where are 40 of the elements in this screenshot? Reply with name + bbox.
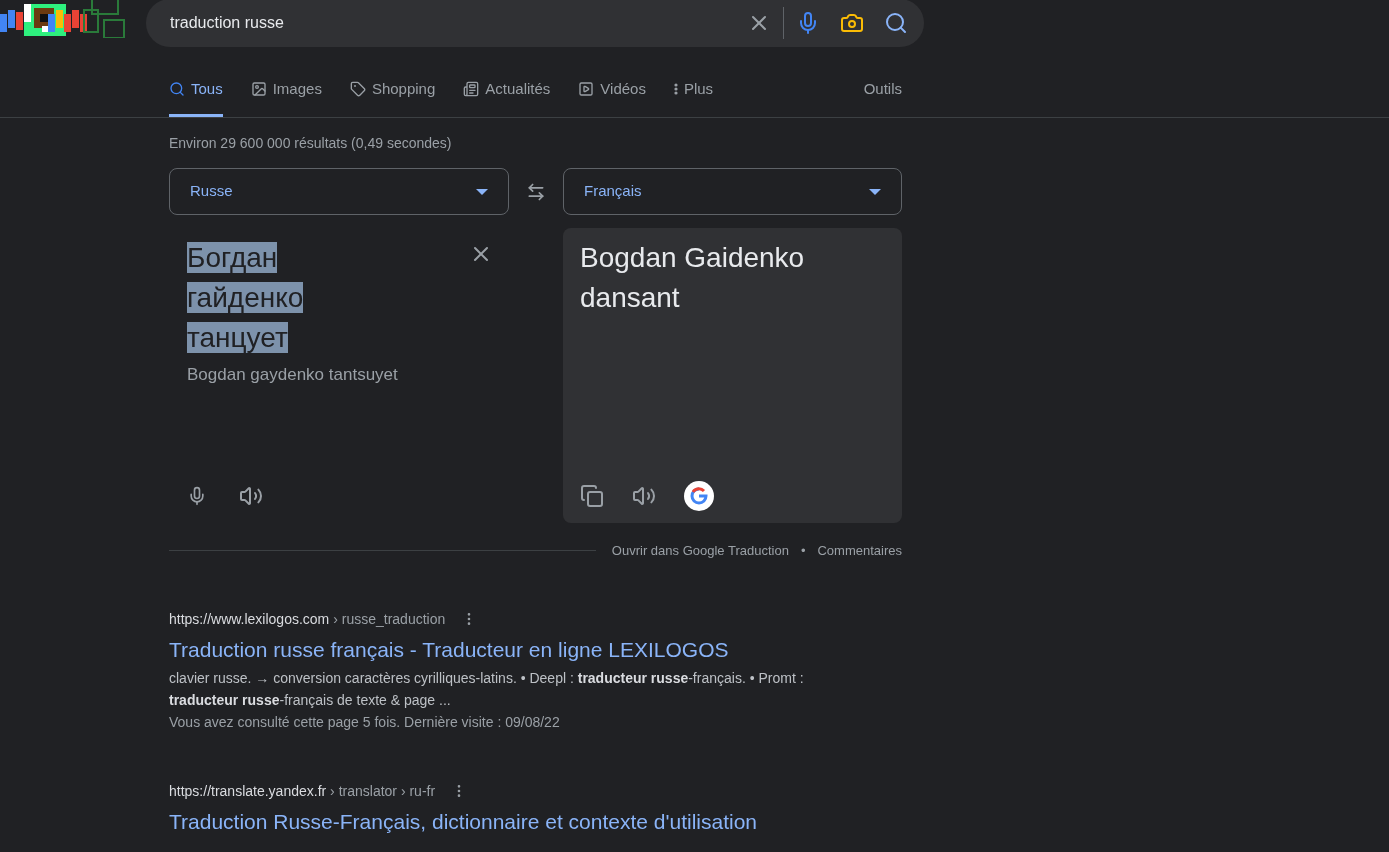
visit-info: Vous avez consulté cette page 5 fois. Dernière visite : 09/08/22 xyxy=(169,712,561,732)
separator-dot: • xyxy=(800,542,806,560)
image-icon xyxy=(250,80,267,97)
search-tab[interactable]: Tous xyxy=(169,77,223,117)
result-url: https://www.lexilogos.com › russe_traduction xyxy=(169,609,446,629)
search-tab[interactable]: Actualités xyxy=(463,77,551,117)
result-url: https://translate.yandex.fr › translator › ru-fr xyxy=(169,781,436,801)
result-stats: Environ 29 600 000 résultats (0,49 secondes) xyxy=(169,134,453,153)
search-input[interactable]: traduction russe xyxy=(170,11,747,35)
play-icon xyxy=(578,80,595,97)
translation-text: Bogdan Gaidenko dansant xyxy=(580,241,806,315)
swap-icon[interactable] xyxy=(526,181,546,202)
open-in-translate-link[interactable]: Ouvrir dans Google Traduction xyxy=(611,541,789,561)
search-tab[interactable]: Vidéos xyxy=(578,77,646,117)
result-snippet: clavier russe. → conversion caractères cyrilliques-latins. • Deepl : traducteur russe-français. • Promt : traducteur russe-français de texte & page ... xyxy=(169,668,805,710)
feedback-link[interactable]: Commentaires xyxy=(817,541,902,561)
search-tab[interactable]: Shopping xyxy=(349,77,436,117)
search-bar[interactable]: traduction russe xyxy=(146,0,924,47)
dropdown-arrow-icon xyxy=(869,188,881,195)
result-title-link[interactable]: Traduction russe français - Traducteur en ligne LEXILOGOS xyxy=(169,636,902,663)
camera-icon[interactable] xyxy=(840,11,864,35)
tag-icon xyxy=(349,80,366,97)
tools-button[interactable]: Outils xyxy=(863,77,902,117)
speaker-icon[interactable] xyxy=(632,484,656,508)
microphone-icon[interactable] xyxy=(187,486,207,506)
google-g-icon[interactable] xyxy=(684,481,714,511)
search-tab[interactable]: Images xyxy=(250,77,322,117)
speaker-icon[interactable] xyxy=(239,484,263,508)
result-title-link[interactable]: Traduction Russe-Français, dictionnaire et contexte d'utilisation xyxy=(169,808,902,835)
search-tab[interactable]: Plus xyxy=(673,77,714,117)
target-language-select[interactable]: Français xyxy=(563,168,902,215)
transliteration-text: Bogdan gaydenko tantsuyet xyxy=(187,364,399,386)
newspaper-icon xyxy=(463,80,480,97)
more-icon xyxy=(673,82,678,95)
search-icon xyxy=(169,80,185,97)
pixel-logo-drawing[interactable] xyxy=(0,0,126,38)
copy-icon[interactable] xyxy=(580,484,604,508)
dropdown-arrow-icon xyxy=(476,188,488,195)
source-language-select[interactable]: Russe xyxy=(169,168,509,215)
search-icon[interactable] xyxy=(884,11,908,35)
